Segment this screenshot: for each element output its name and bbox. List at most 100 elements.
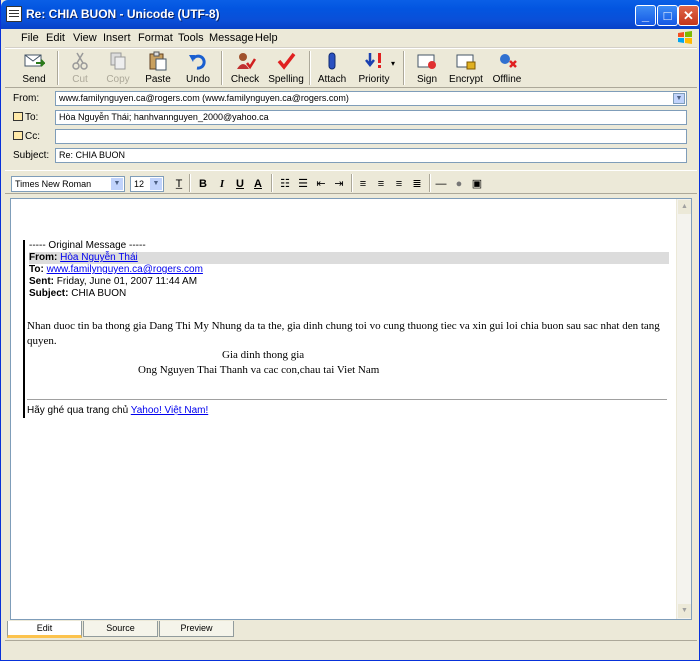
cc-label[interactable]: Cc:	[13, 131, 40, 142]
italic-button[interactable]: I	[214, 177, 230, 191]
paste-button[interactable]: Paste	[139, 49, 177, 87]
window-title: Re: CHIA BUON - Unicode (UTF-8)	[26, 7, 220, 21]
justify-icon[interactable]: ≣	[409, 177, 425, 191]
status-bar	[5, 640, 697, 658]
insert-hyperlink-icon[interactable]: ●	[451, 177, 467, 191]
bullet-list-icon[interactable]: ☰	[295, 177, 311, 191]
tab-preview[interactable]: Preview	[159, 621, 234, 637]
toolbar-separator	[429, 174, 431, 192]
quoted-to: To: www.familynguyen.ca@rogers.com	[29, 264, 203, 275]
font-color-button[interactable]: A	[250, 177, 266, 191]
priority-button[interactable]: Priority	[353, 49, 395, 87]
cc-field[interactable]	[55, 129, 687, 144]
message-headers: From: www.familynguyen.ca@rogers.com (ww…	[5, 88, 697, 166]
cut-button[interactable]: Cut	[63, 49, 97, 87]
message-icon	[6, 6, 22, 22]
menu-message[interactable]: Message	[209, 32, 254, 44]
to-label[interactable]: To:	[13, 112, 38, 123]
toolbar: Send Cut Copy Paste Undo Check Spelling …	[5, 48, 697, 88]
toolbar-separator	[57, 51, 59, 85]
copy-icon	[110, 52, 126, 70]
encrypt-button[interactable]: Encrypt	[445, 49, 487, 87]
copy-button[interactable]: Copy	[101, 49, 135, 87]
align-right-icon[interactable]: ≡	[391, 177, 407, 191]
send-icon	[24, 54, 45, 67]
vertical-scrollbar[interactable]: ▲ ▼	[676, 199, 691, 619]
formatting-toolbar: Times New Roman ▼ 12 ▼ T̲ B I U A ☷ ☰ ⇤ ⇥ …	[5, 170, 697, 194]
from-field[interactable]: www.familynguyen.ca@rogers.com (www.fami…	[55, 91, 687, 106]
priority-dropdown-arrow[interactable]: ▾	[391, 59, 395, 68]
subject-field[interactable]: Re: CHIA BUON	[55, 148, 687, 163]
decrease-indent-icon[interactable]: ⇤	[313, 177, 329, 191]
menu-insert[interactable]: Insert	[103, 32, 131, 44]
quoted-sent: Sent: Friday, June 01, 2007 11:44 AM	[29, 276, 198, 287]
minimize-button[interactable]: _	[635, 5, 656, 26]
toolbar-separator	[351, 174, 353, 192]
quoted-to-link[interactable]: www.familynguyen.ca@rogers.com	[47, 264, 203, 275]
increase-indent-icon[interactable]: ⇥	[331, 177, 347, 191]
check-names-button[interactable]: Check	[227, 49, 263, 87]
offline-icon	[500, 54, 517, 68]
paperclip-icon	[328, 52, 336, 70]
spelling-icon	[277, 52, 296, 70]
title-bar[interactable]: Re: CHIA BUON - Unicode (UTF-8) _ □ ✕	[1, 0, 700, 29]
numbered-list-icon[interactable]: ☷	[277, 177, 293, 191]
chevron-down-icon[interactable]: ▼	[673, 93, 685, 104]
encrypt-icon	[456, 54, 476, 70]
original-message-header: ----- Original Message -----	[29, 240, 146, 251]
sign-icon	[417, 54, 436, 69]
footer-text: Hãy ghé qua trang chủ Yahoo! Việt Nam!	[27, 405, 209, 416]
insert-picture-icon[interactable]: ▣	[469, 177, 485, 191]
menu-file[interactable]: File	[21, 32, 39, 44]
bold-button[interactable]: B	[195, 177, 211, 191]
windows-logo-icon	[678, 31, 692, 44]
underline-button[interactable]: U	[232, 177, 248, 191]
font-family-select[interactable]: Times New Roman ▼	[11, 176, 125, 192]
menu-format[interactable]: Format	[138, 32, 173, 44]
quoted-from: From: Hòa Nguyễn Thái	[29, 252, 669, 264]
from-label: From:	[13, 93, 40, 104]
attach-button[interactable]: Attach	[313, 49, 351, 87]
to-field[interactable]: Hòa Nguyễn Thái; hanhvannguyen_2000@yaho…	[55, 110, 687, 125]
tab-source[interactable]: Source	[83, 621, 158, 637]
quoted-from-link[interactable]: Hòa Nguyễn Thái	[60, 252, 138, 263]
toolbar-separator	[309, 51, 311, 85]
sign-button[interactable]: Sign	[409, 49, 445, 87]
tab-edit[interactable]: Edit	[7, 621, 82, 638]
quoted-message: ----- Original Message ----- From: Hòa N…	[23, 240, 669, 300]
menu-view[interactable]: View	[73, 32, 97, 44]
horizontal-line-icon[interactable]: —	[433, 177, 449, 191]
paste-icon	[149, 51, 167, 71]
paragraph-style-icon[interactable]: T̲	[171, 177, 187, 191]
align-center-icon[interactable]: ≡	[373, 177, 389, 191]
subject-label: Subject:	[13, 150, 50, 161]
undo-button[interactable]: Undo	[181, 49, 215, 87]
toolbar-separator	[189, 174, 191, 192]
scroll-up-icon[interactable]: ▲	[678, 200, 691, 214]
align-left-icon[interactable]: ≡	[355, 177, 371, 191]
view-tabs: Edit Source Preview	[7, 621, 307, 638]
scroll-down-icon[interactable]: ▼	[678, 604, 691, 618]
close-button[interactable]: ✕	[678, 5, 699, 26]
send-button[interactable]: Send	[15, 49, 53, 87]
message-body-text: Nhan duoc tin ba thong gia Dang Thi My N…	[27, 320, 660, 347]
address-book-icon	[13, 131, 23, 140]
menu-help[interactable]: Help	[255, 32, 278, 44]
offline-button[interactable]: Offline	[487, 49, 527, 87]
chevron-down-icon: ▼	[111, 178, 123, 190]
font-size-select[interactable]: 12 ▼	[130, 176, 164, 192]
toolbar-separator	[271, 174, 273, 192]
menu-tools[interactable]: Tools	[178, 32, 204, 44]
menu-edit[interactable]: Edit	[46, 32, 65, 44]
signature-line-2: Ong Nguyen Thai Thanh va cac con,chau ta…	[138, 364, 380, 376]
chevron-down-icon: ▼	[150, 178, 162, 190]
maximize-button[interactable]: □	[657, 5, 678, 26]
priority-icon	[365, 53, 381, 68]
yahoo-link[interactable]: Yahoo! Việt Nam!	[131, 405, 208, 416]
compose-window: Re: CHIA BUON - Unicode (UTF-8) _ □ ✕ Fi…	[0, 0, 700, 661]
undo-icon	[189, 54, 206, 70]
quoted-subject: Subject: CHIA BUON	[29, 288, 127, 299]
spelling-button[interactable]: Spelling	[267, 49, 305, 87]
message-body-editor[interactable]: ----- Original Message ----- From: Hòa N…	[10, 198, 692, 620]
signature-line-1: Gia dinh thong gia	[222, 349, 305, 361]
